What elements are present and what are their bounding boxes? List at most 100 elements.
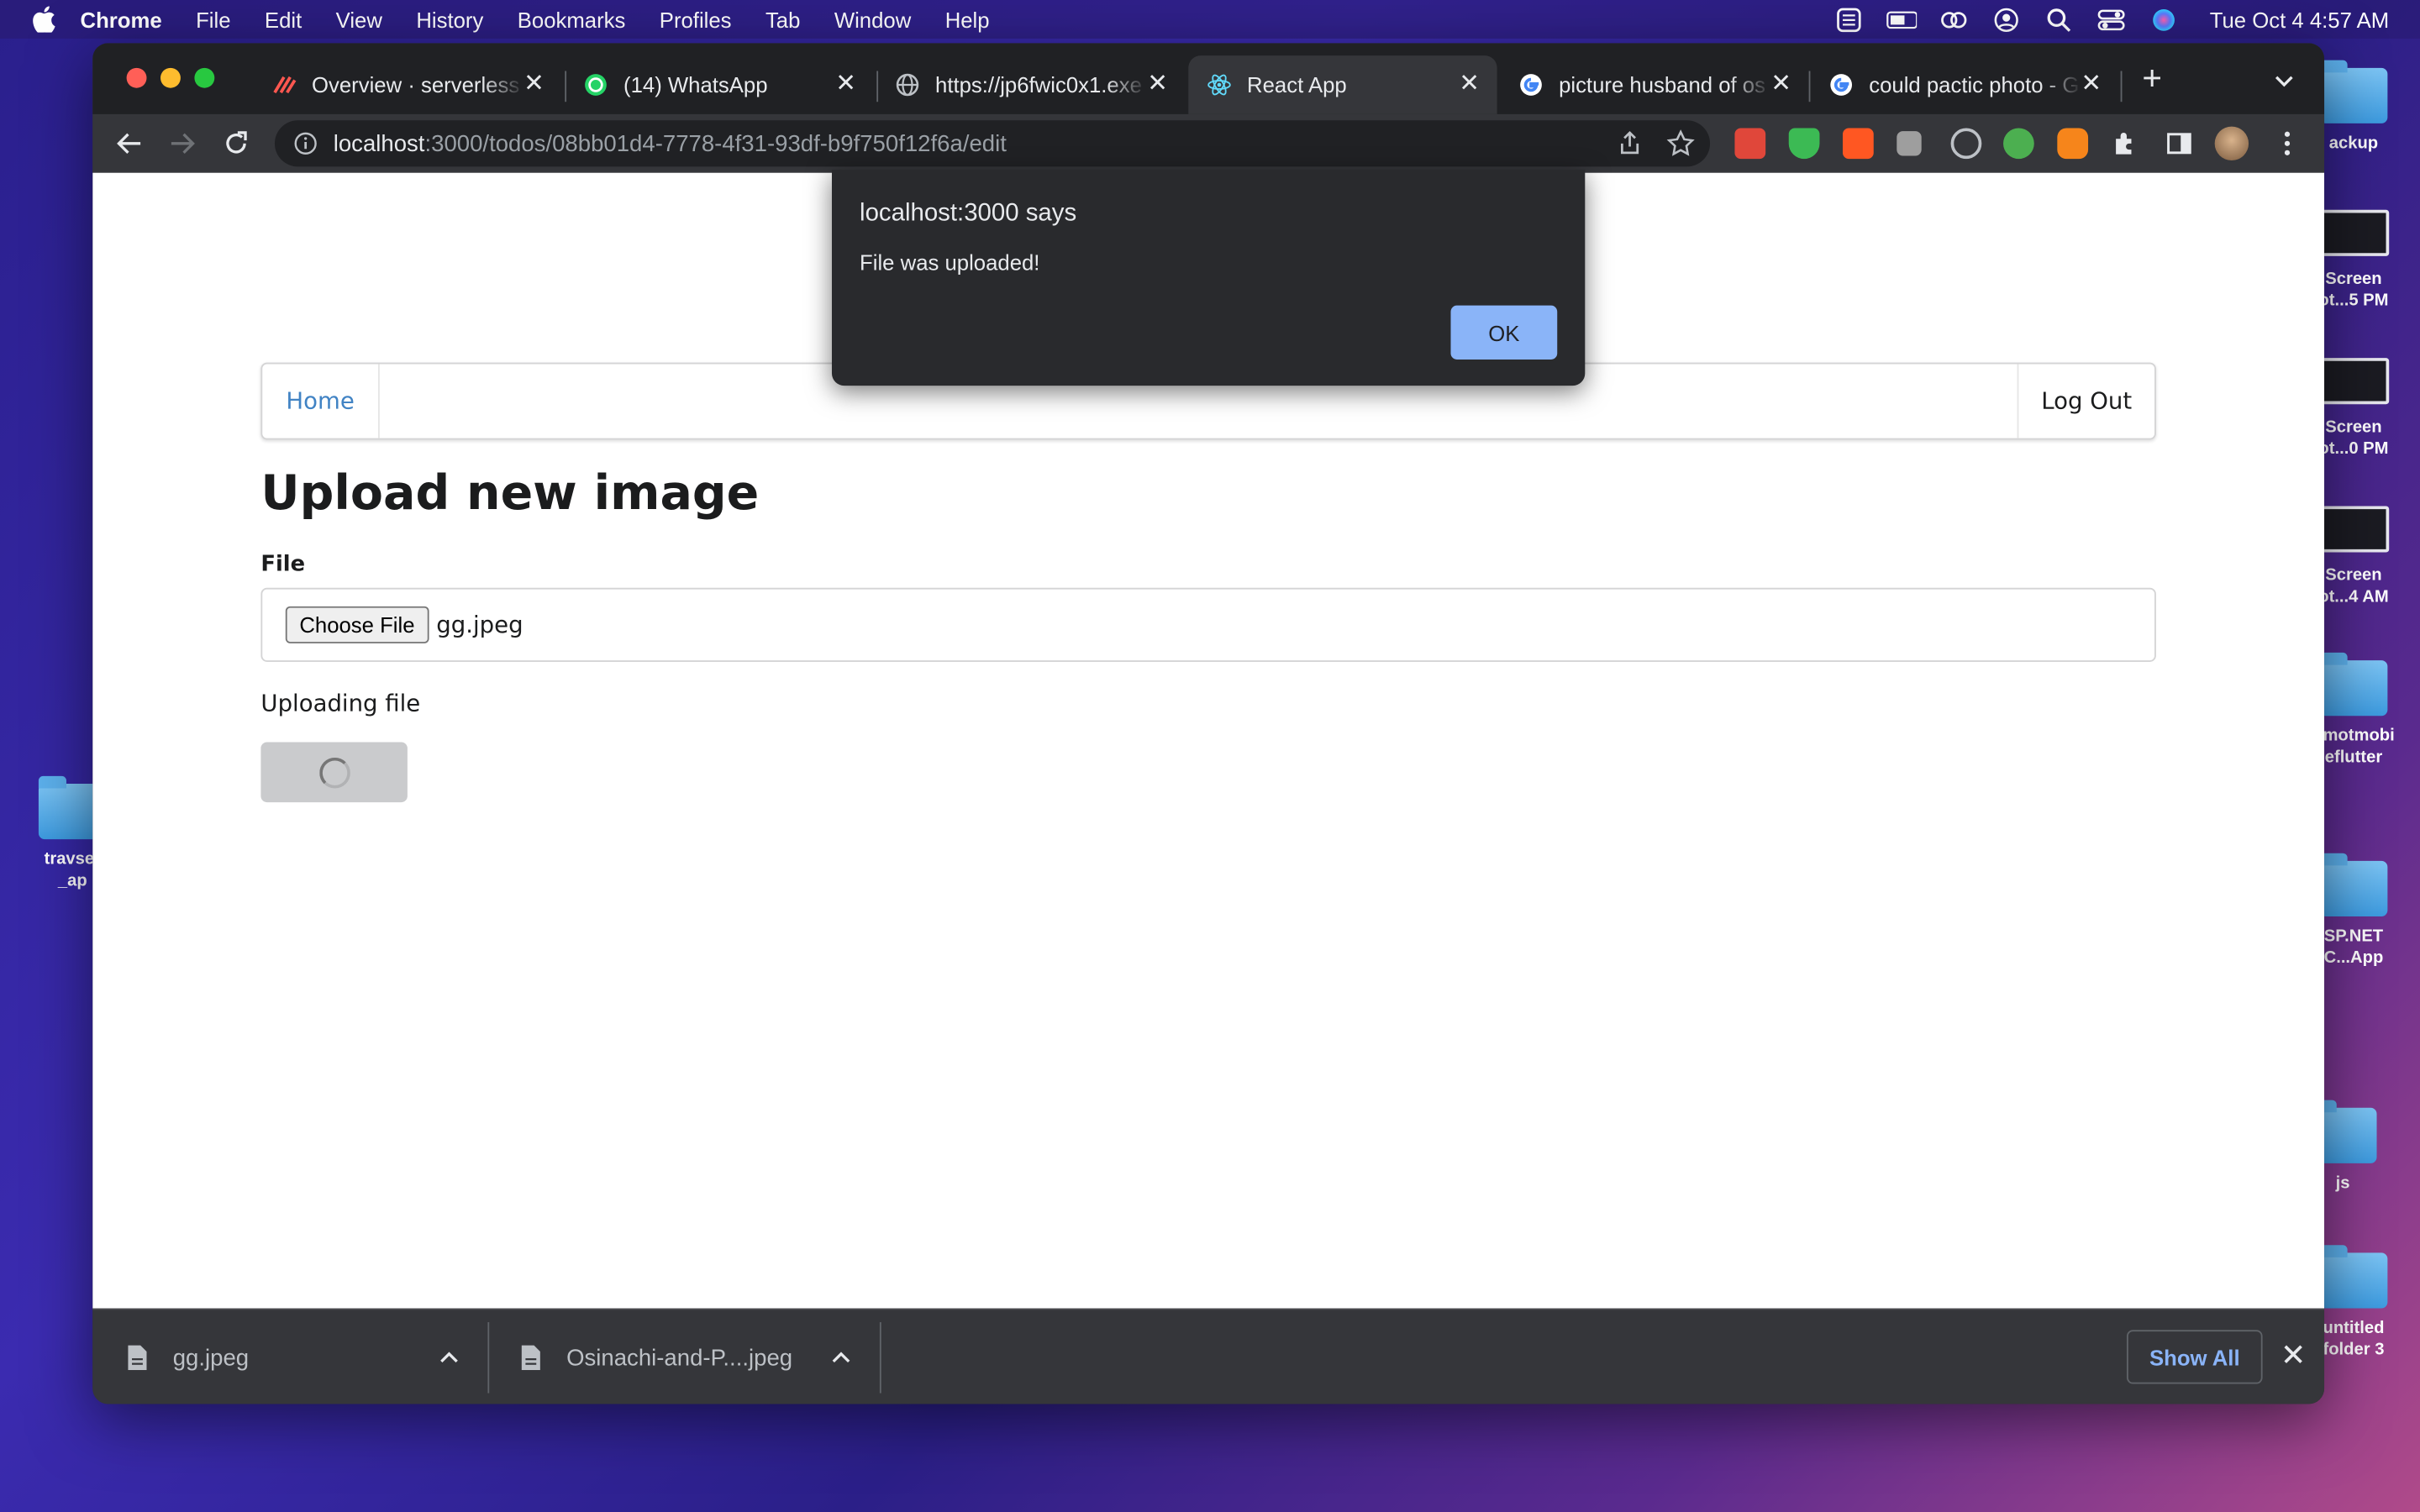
dialog-message: File was uploaded!	[860, 249, 1040, 275]
extensions-puzzle-icon[interactable]	[2110, 128, 2141, 159]
macos-menubar: Chrome File Edit View History Bookmarks …	[0, 0, 2420, 39]
dialog-title: localhost:3000 says	[860, 200, 1077, 227]
menu-profiles[interactable]: Profiles	[660, 7, 732, 31]
globe-icon	[895, 72, 919, 97]
menubar-status-area: Tue Oct 4 4:57 AM	[1833, 0, 2389, 39]
close-tab-icon[interactable]: ✕	[1769, 71, 1793, 97]
bookmark-star-icon[interactable]	[1666, 129, 1695, 165]
screenshot-thumbnail-icon	[2317, 506, 2390, 553]
chrome-menu-kebab-icon[interactable]	[2272, 128, 2303, 159]
screen: Chrome File Edit View History Bookmarks …	[0, 0, 2420, 1512]
control-center-icon[interactable]	[2096, 7, 2127, 31]
menu-help[interactable]: Help	[945, 7, 990, 31]
close-downloads-bar-icon[interactable]: ✕	[2278, 1341, 2309, 1373]
minimize-window-button[interactable]	[160, 67, 181, 88]
url-path: :3000/todos/08bb01d4-7778-4f31-93df-b9f7…	[424, 130, 1007, 157]
desktop-icon-label: Screen ot...5 PM	[2318, 270, 2389, 311]
zoom-window-button[interactable]	[194, 67, 215, 88]
side-panel-icon[interactable]	[2164, 128, 2195, 159]
close-tab-icon[interactable]: ✕	[1457, 71, 1481, 97]
chevron-up-icon[interactable]	[439, 1347, 460, 1368]
extension-shield-icon[interactable]	[1788, 128, 1820, 160]
nav-logout-link[interactable]: Log Out	[2017, 364, 2154, 438]
extension-metamask-icon[interactable]	[2057, 128, 2089, 160]
share-icon[interactable]	[1618, 131, 1642, 164]
close-tab-icon[interactable]: ✕	[522, 71, 546, 97]
window-controls	[126, 67, 215, 88]
menu-bookmarks[interactable]: Bookmarks	[518, 7, 626, 31]
menu-file[interactable]: File	[196, 7, 230, 31]
new-tab-plus-icon[interactable]: +	[2142, 61, 2162, 95]
menu-tab[interactable]: Tab	[765, 7, 800, 31]
nav-home-link[interactable]: Home	[262, 364, 380, 438]
extension-trello-icon[interactable]	[1897, 131, 1922, 156]
folder-icon	[2319, 60, 2388, 123]
page-title: Upload new image	[260, 465, 760, 522]
tab-jp6fwic0x1[interactable]: https://jp6fwic0x1.exe ✕	[876, 55, 1185, 114]
google-icon	[1518, 72, 1543, 97]
extension-target-icon[interactable]	[1950, 128, 1982, 160]
download-item-osinachi[interactable]: Osinachi-and-P....jpeg	[520, 1310, 884, 1404]
tab-google-search-1[interactable]: picture husband of os ✕	[1500, 55, 1808, 114]
desktop-icon-label: SP.NET C...App	[2323, 927, 2384, 968]
screenshot-thumbnail-icon	[2317, 358, 2390, 405]
google-icon	[1828, 72, 1853, 97]
url-text[interactable]: localhost:3000/todos/08bb01d4-7778-4f31-…	[334, 130, 1007, 156]
chevron-up-icon[interactable]	[830, 1347, 852, 1368]
tab-title: could pactic photo - G	[1869, 72, 2080, 97]
link-icon[interactable]	[1938, 7, 1969, 31]
tab-title: React App	[1247, 72, 1347, 97]
choose-file-button[interactable]: Choose File	[285, 606, 429, 643]
back-arrow-icon[interactable]	[114, 128, 145, 159]
tab-whatsapp[interactable]: (14) WhatsApp ✕	[565, 55, 873, 114]
upload-button-loading[interactable]	[260, 742, 408, 803]
downloads-bar: gg.jpeg Osinachi-and-P....jpeg Show All …	[92, 1308, 2325, 1404]
forward-arrow-icon[interactable]	[166, 128, 197, 159]
file-input-field[interactable]: Choose File gg.jpeg	[260, 587, 2156, 662]
address-bar[interactable]: localhost:3000/todos/08bb01d4-7778-4f31-…	[274, 120, 1711, 167]
document-icon	[521, 1345, 540, 1370]
tab-search-chevron-icon[interactable]	[2272, 68, 2296, 92]
download-filename: gg.jpeg	[172, 1344, 250, 1371]
alert-dialog: localhost:3000 says File was uploaded! O…	[831, 170, 1586, 386]
menu-history[interactable]: History	[416, 7, 483, 31]
close-window-button[interactable]	[126, 67, 147, 88]
show-all-downloads-button[interactable]: Show All	[2126, 1330, 2263, 1384]
close-tab-icon[interactable]: ✕	[2079, 71, 2103, 97]
tab-strip: Overview · serverless ✕ (14) WhatsApp ✕ …	[92, 43, 2325, 114]
react-icon	[1207, 72, 1231, 97]
site-info-icon[interactable]	[293, 131, 318, 155]
folder-icon	[2319, 652, 2388, 717]
menu-view[interactable]: View	[336, 7, 382, 31]
download-item-gg[interactable]: gg.jpeg	[127, 1310, 491, 1404]
menu-edit[interactable]: Edit	[265, 7, 302, 31]
apple-logo-icon[interactable]	[31, 6, 55, 33]
tab-title: https://jp6fwic0x1.exe	[935, 72, 1142, 97]
loading-spinner-icon	[318, 756, 350, 788]
siri-icon[interactable]	[2148, 7, 2179, 31]
battery-icon[interactable]	[1886, 7, 1917, 31]
reload-icon[interactable]	[221, 128, 252, 159]
document-icon	[128, 1345, 147, 1370]
dialog-ok-button[interactable]: OK	[1450, 305, 1558, 360]
desktop-icon-label: untitled folder 3	[2323, 1319, 2385, 1360]
spotlight-search-icon[interactable]	[2043, 7, 2074, 31]
user-account-icon[interactable]	[1991, 7, 2022, 32]
tab-react-app[interactable]: React App ✕	[1188, 55, 1497, 114]
whatsapp-icon	[583, 72, 608, 97]
menubar-clock[interactable]: Tue Oct 4 4:57 AM	[2210, 7, 2389, 31]
menu-window[interactable]: Window	[834, 7, 911, 31]
upload-status-text: Uploading file	[260, 690, 421, 718]
extension-green-icon[interactable]	[2003, 128, 2034, 160]
browser-toolbar: localhost:3000/todos/08bb01d4-7778-4f31-…	[92, 113, 2325, 173]
close-tab-icon[interactable]: ✕	[1145, 71, 1170, 97]
menu-app-name[interactable]: Chrome	[81, 7, 162, 31]
close-tab-icon[interactable]: ✕	[834, 71, 858, 97]
tab-serverless[interactable]: Overview · serverless ✕	[253, 55, 561, 114]
extension-tool-icon[interactable]	[1843, 128, 1874, 160]
extension-bug-icon[interactable]	[1734, 128, 1766, 160]
serverless-icon	[271, 72, 297, 97]
tab-google-search-2[interactable]: could pactic photo - G ✕	[1810, 55, 2118, 114]
keyboard-layout-icon[interactable]	[1833, 7, 1865, 32]
profile-avatar[interactable]	[2214, 126, 2249, 161]
